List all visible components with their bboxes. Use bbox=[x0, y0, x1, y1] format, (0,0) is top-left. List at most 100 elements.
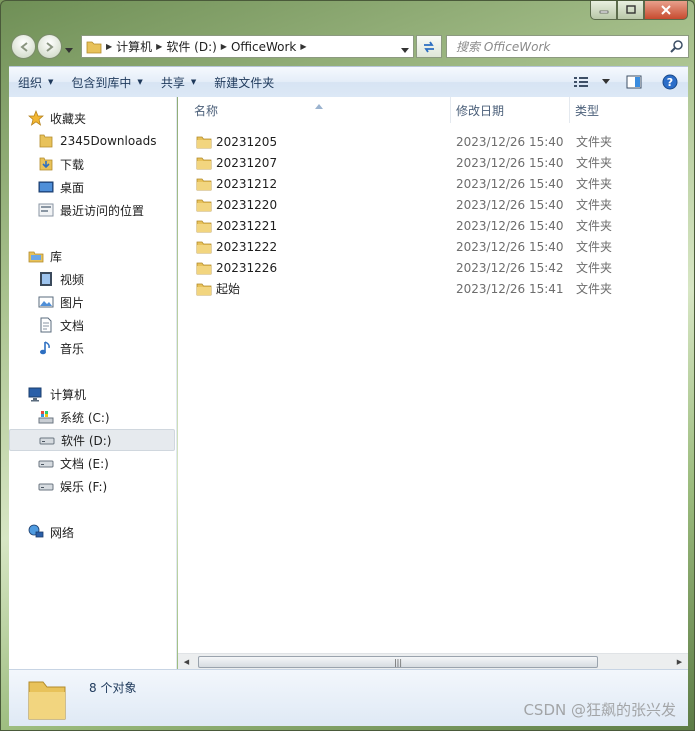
preview-pane-button[interactable] bbox=[616, 67, 652, 97]
star-icon bbox=[28, 110, 44, 126]
back-button[interactable] bbox=[11, 34, 36, 59]
file-name: 20231221 bbox=[216, 218, 278, 233]
scroll-right-button[interactable]: ▶ bbox=[671, 654, 688, 669]
breadcrumb-separator-icon[interactable]: ▶ bbox=[106, 42, 112, 51]
nav-item-2345downloads[interactable]: 2345Downloads bbox=[9, 130, 175, 152]
maximize-button[interactable] bbox=[617, 1, 644, 20]
close-button[interactable] bbox=[644, 1, 688, 20]
minimize-button[interactable] bbox=[590, 1, 617, 20]
breadcrumb-separator-icon[interactable]: ▶ bbox=[156, 42, 162, 51]
nav-favorites[interactable]: 收藏夹 bbox=[9, 107, 175, 129]
column-date-modified[interactable]: 修改日期 bbox=[451, 97, 570, 123]
file-row[interactable]: 20231222 2023/12/26 15:40 文件夹 bbox=[178, 236, 688, 257]
nav-network[interactable]: 网络 bbox=[9, 521, 175, 543]
new-folder-label: 新建文件夹 bbox=[214, 75, 275, 90]
video-icon bbox=[38, 271, 54, 287]
chevron-down-icon: ▼ bbox=[48, 78, 54, 86]
nav-item-drive-d[interactable]: 软件 (D:) bbox=[9, 429, 175, 451]
file-name: 20231220 bbox=[216, 197, 278, 212]
nav-libraries[interactable]: 库 bbox=[9, 245, 175, 267]
nav-item-label: 下载 bbox=[60, 157, 85, 172]
nav-item-label: 图片 bbox=[60, 295, 85, 310]
view-options-dropdown[interactable] bbox=[596, 67, 616, 97]
file-date: 2023/12/26 15:41 bbox=[456, 281, 564, 296]
command-bar: 组织 ▼ 包含到库中 ▼ 共享 ▼ 新建文件夹 ? bbox=[9, 66, 688, 97]
nav-item-downloads[interactable]: 下载 bbox=[9, 153, 175, 175]
nav-item-drive-f[interactable]: 娱乐 (F:) bbox=[9, 475, 175, 497]
network-icon bbox=[28, 524, 44, 540]
explorer-window: ▶ 计算机 ▶ 软件 (D:) ▶ OfficeWork ▶ 组织 ▼ 包 bbox=[0, 0, 695, 731]
nav-item-desktop[interactable]: 桌面 bbox=[9, 176, 175, 198]
file-row[interactable]: 起始 2023/12/26 15:41 文件夹 bbox=[178, 278, 688, 299]
scroll-left-button[interactable]: ◀ bbox=[178, 654, 195, 669]
file-name-cell: 20231212 bbox=[196, 173, 277, 194]
breadcrumb-drive-d[interactable]: 软件 (D:) bbox=[166, 38, 216, 55]
organize-menu[interactable]: 组织 ▼ bbox=[9, 67, 62, 97]
breadcrumb-separator-icon[interactable]: ▶ bbox=[221, 42, 227, 51]
nav-item-label: 软件 (D:) bbox=[61, 433, 112, 448]
address-bar[interactable]: ▶ 计算机 ▶ 软件 (D:) ▶ OfficeWork ▶ bbox=[81, 35, 414, 58]
share-menu[interactable]: 共享 ▼ bbox=[152, 67, 205, 97]
file-row[interactable]: 20231207 2023/12/26 15:40 文件夹 bbox=[178, 152, 688, 173]
system-drive-icon bbox=[38, 409, 54, 425]
search-icon[interactable] bbox=[670, 39, 684, 56]
file-list-pane: 名称 修改日期 类型 20231205 2023/12/26 15:40 文件夹 20… bbox=[178, 97, 688, 669]
chevron-down-icon bbox=[602, 79, 610, 84]
details-pane: 8 个对象 CSDN @狂飙的张兴发 bbox=[9, 669, 688, 726]
horizontal-scrollbar[interactable]: ◀ ||| ▶ bbox=[178, 653, 688, 669]
nav-item-music[interactable]: 音乐 bbox=[9, 337, 175, 359]
column-header: 名称 修改日期 类型 bbox=[178, 97, 688, 123]
refresh-icon bbox=[424, 41, 434, 52]
nav-item-documents[interactable]: 文档 bbox=[9, 314, 175, 336]
scrollbar-thumb[interactable]: ||| bbox=[198, 656, 598, 668]
file-name-cell: 20231220 bbox=[196, 194, 277, 215]
file-name-cell: 20231222 bbox=[196, 236, 277, 257]
change-view-button[interactable] bbox=[566, 67, 596, 97]
breadcrumb-computer[interactable]: 计算机 bbox=[116, 38, 152, 55]
svg-text:?: ? bbox=[667, 76, 673, 89]
column-name[interactable]: 名称 bbox=[178, 97, 451, 123]
navigation-pane: 收藏夹 2345Downloads 下载 桌面 最近访问的位置 库 视频 图片 … bbox=[9, 97, 177, 669]
search-box[interactable] bbox=[446, 35, 689, 58]
address-dropdown[interactable] bbox=[401, 43, 409, 57]
help-button[interactable]: ? bbox=[652, 67, 688, 97]
file-type: 文件夹 bbox=[576, 261, 613, 275]
nav-item-videos[interactable]: 视频 bbox=[9, 268, 175, 290]
file-type: 文件夹 bbox=[576, 135, 613, 149]
nav-item-pictures[interactable]: 图片 bbox=[9, 291, 175, 313]
nav-computer-label: 计算机 bbox=[50, 387, 87, 402]
drive-icon bbox=[39, 432, 55, 448]
breadcrumb-separator-icon[interactable]: ▶ bbox=[300, 42, 306, 51]
nav-computer[interactable]: 计算机 bbox=[9, 383, 175, 405]
drive-icon bbox=[38, 455, 54, 471]
file-date: 2023/12/26 15:40 bbox=[456, 197, 564, 212]
share-label: 共享 bbox=[160, 75, 185, 90]
file-name: 20231212 bbox=[216, 176, 278, 191]
drive-icon bbox=[38, 478, 54, 494]
nav-item-recent-places[interactable]: 最近访问的位置 bbox=[9, 199, 175, 221]
music-icon bbox=[38, 340, 54, 356]
recent-pages-dropdown[interactable] bbox=[65, 43, 73, 57]
include-in-library-menu[interactable]: 包含到库中 ▼ bbox=[62, 67, 151, 97]
refresh-button[interactable] bbox=[416, 35, 442, 58]
file-row[interactable]: 20231220 2023/12/26 15:40 文件夹 bbox=[178, 194, 688, 215]
file-row[interactable]: 20231226 2023/12/26 15:42 文件夹 bbox=[178, 257, 688, 278]
new-folder-button[interactable]: 新建文件夹 bbox=[205, 67, 283, 97]
forward-button[interactable] bbox=[37, 34, 62, 59]
folder-icon bbox=[196, 218, 212, 234]
column-type[interactable]: 类型 bbox=[570, 97, 688, 123]
nav-item-drive-c[interactable]: 系统 (C:) bbox=[9, 406, 175, 428]
item-count: 8 个对象 bbox=[89, 681, 137, 695]
file-row[interactable]: 20231212 2023/12/26 15:40 文件夹 bbox=[178, 173, 688, 194]
recent-places-icon bbox=[38, 202, 54, 218]
breadcrumb-officework[interactable]: OfficeWork bbox=[231, 40, 296, 54]
search-input[interactable] bbox=[456, 39, 656, 54]
chevron-down-icon bbox=[401, 48, 409, 53]
file-row[interactable]: 20231221 2023/12/26 15:40 文件夹 bbox=[178, 215, 688, 236]
column-type-label: 类型 bbox=[575, 103, 600, 118]
file-date: 2023/12/26 15:40 bbox=[456, 176, 564, 191]
nav-item-label: 系统 (C:) bbox=[60, 410, 110, 425]
file-name: 起始 bbox=[216, 282, 241, 296]
nav-item-drive-e[interactable]: 文档 (E:) bbox=[9, 452, 175, 474]
file-row[interactable]: 20231205 2023/12/26 15:40 文件夹 bbox=[178, 131, 688, 152]
